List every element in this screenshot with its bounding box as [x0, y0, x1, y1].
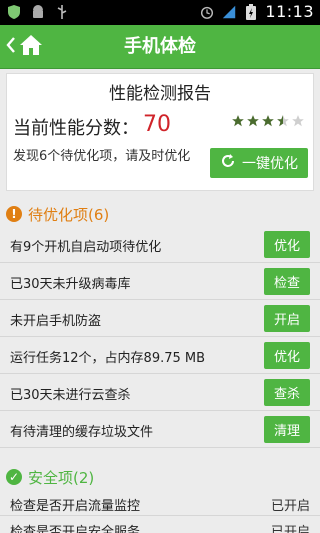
pending-section-header: ! 待优化项(6) — [0, 201, 320, 227]
star-half-icon — [277, 115, 289, 127]
clean-cache-button[interactable]: 清理 — [264, 416, 310, 443]
item-label: 已30天未升级病毒库 — [10, 277, 131, 292]
report-card: 性能检测报告 当前性能分数： 70 发现6个待优化项，请及时优化 一键优化 — [6, 73, 314, 191]
score-value: 70 — [143, 112, 171, 137]
list-item: 检查是否开启安全服务 已开启 — [0, 516, 320, 533]
item-label: 检查是否开启流量监控 — [10, 499, 141, 514]
star-icon — [262, 115, 274, 127]
usb-icon — [54, 3, 70, 21]
item-state: 已开启 — [270, 525, 310, 533]
item-label: 有9个开机自启动项待优化 — [10, 240, 162, 255]
score-label: 当前性能分数： — [13, 118, 139, 139]
safe-section-title: 安全项(2) — [28, 468, 95, 487]
title-bar: 手机体检 — [0, 25, 320, 69]
alarm-icon — [199, 3, 215, 21]
battery-icon — [243, 3, 259, 21]
one-click-optimize-label: 一键优化 — [242, 156, 298, 172]
star-rating — [231, 114, 305, 128]
pending-list: 有9个开机自启动项待优化 优化 已30天未升级病毒库 检查 未开启手机防盗 开启… — [0, 226, 320, 448]
found-issues-text: 发现6个待优化项，请及时优化 — [13, 149, 191, 164]
list-item: 已30天未进行云查杀 查杀 — [0, 374, 320, 411]
cloud-scan-button[interactable]: 查杀 — [264, 379, 310, 406]
list-item: 有9个开机自启动项待优化 优化 — [0, 226, 320, 263]
item-label: 有待清理的缓存垃圾文件 — [10, 425, 154, 440]
list-item: 未开启手机防盗 开启 — [0, 300, 320, 337]
item-label: 检查是否开启安全服务 — [10, 525, 141, 533]
item-label: 未开启手机防盗 — [10, 314, 102, 329]
shield-icon — [6, 3, 22, 21]
status-bar: 11:13 — [0, 0, 320, 25]
list-item: 有待清理的缓存垃圾文件 清理 — [0, 411, 320, 448]
pending-section-title: 待优化项(6) — [28, 205, 110, 224]
list-item: 检查是否开启流量监控 已开启 — [0, 490, 320, 516]
android-icon — [30, 3, 46, 21]
check-icon: ✓ — [6, 469, 22, 485]
list-item: 已30天未升级病毒库 检查 — [0, 263, 320, 300]
item-state: 已开启 — [270, 499, 310, 514]
refresh-icon — [220, 153, 236, 173]
exclamation-icon: ! — [6, 206, 22, 222]
optimize-startup-button[interactable]: 优化 — [264, 231, 310, 258]
safe-section-header: ✓ 安全项(2) — [0, 464, 320, 490]
star-icon — [247, 115, 259, 127]
signal-icon — [221, 3, 237, 21]
item-label: 已30天未进行云查杀 — [10, 388, 131, 403]
clock: 11:13 — [265, 2, 314, 21]
page-title: 手机体检 — [124, 36, 196, 57]
star-empty-icon — [292, 115, 304, 127]
star-icon — [232, 115, 244, 127]
one-click-optimize-button[interactable]: 一键优化 — [210, 148, 308, 178]
enable-antitheft-button[interactable]: 开启 — [264, 305, 310, 332]
list-item: 运行任务12个，占内存89.75 MB 优化 — [0, 337, 320, 374]
optimize-tasks-button[interactable]: 优化 — [264, 342, 310, 369]
check-virus-db-button[interactable]: 检查 — [264, 268, 310, 295]
report-title: 性能检测报告 — [109, 84, 211, 104]
item-label: 运行任务12个，占内存89.75 MB — [10, 351, 206, 366]
safe-list: 检查是否开启流量监控 已开启 检查是否开启安全服务 已开启 — [0, 490, 320, 533]
